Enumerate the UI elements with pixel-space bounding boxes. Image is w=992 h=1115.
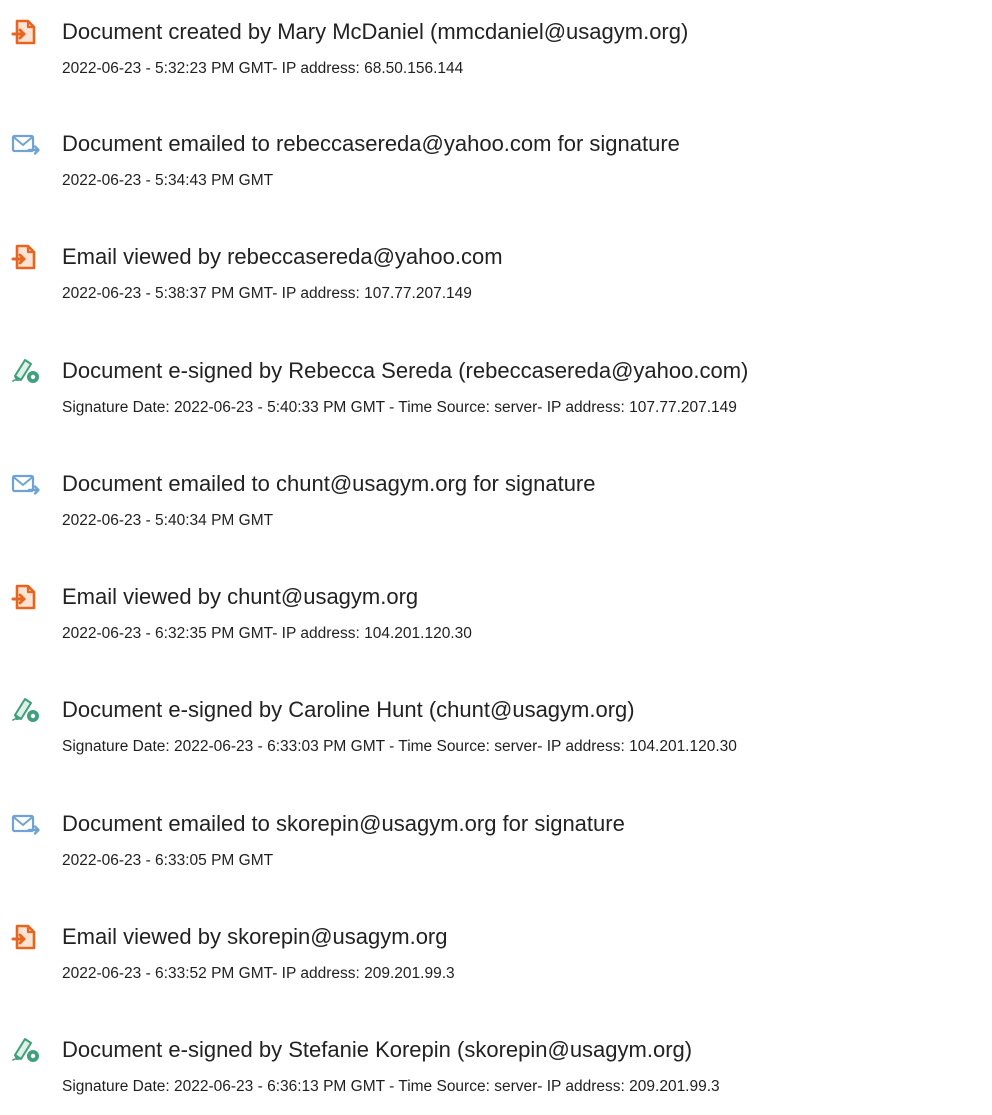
entry-title: Document emailed to rebeccasereda@yahoo.… [62, 131, 680, 156]
email-sent-icon [10, 809, 46, 845]
esign-pen-icon [10, 1035, 46, 1071]
entry-title: Document emailed to skorepin@usagym.org … [62, 811, 625, 836]
email-sent-icon [10, 129, 46, 165]
entry-title: Document emailed to chunt@usagym.org for… [62, 471, 596, 496]
audit-entry: Document e-signed by Stefanie Korepin (s… [0, 1035, 992, 1115]
entry-detail: 2022-06-23 - 5:40:34 PM GMT [62, 512, 274, 529]
entry-detail: 2022-06-23 - 5:38:37 PM GMT- IP address:… [62, 285, 472, 302]
esign-pen-icon [10, 695, 46, 731]
audit-entry: Email viewed by skorepin@usagym.org 2022… [0, 922, 992, 1002]
audit-entry: Document emailed to chunt@usagym.org for… [0, 469, 992, 549]
audit-entry: Document e-signed by Caroline Hunt (chun… [0, 695, 992, 775]
entry-title: Document e-signed by Stefanie Korepin (s… [62, 1037, 693, 1062]
entry-title: Document e-signed by Rebecca Sereda (reb… [62, 358, 749, 383]
audit-entry: Email viewed by chunt@usagym.org 2022-06… [0, 582, 992, 662]
entry-title: Document created by Mary McDaniel (mmcda… [62, 19, 689, 44]
entry-detail: Signature Date: 2022-06-23 - 6:36:13 PM … [62, 1078, 720, 1095]
document-icon [10, 922, 46, 958]
entry-title: Email viewed by chunt@usagym.org [62, 584, 419, 609]
audit-trail-list: Document created by Mary McDaniel (mmcda… [0, 0, 992, 1111]
document-icon [10, 582, 46, 618]
document-icon [10, 242, 46, 278]
audit-entry: Document emailed to rebeccasereda@yahoo.… [0, 129, 992, 209]
audit-entry: Document e-signed by Rebecca Sereda (reb… [0, 356, 992, 436]
entry-title: Email viewed by rebeccasereda@yahoo.com [62, 244, 503, 269]
entry-detail: 2022-06-23 - 5:32:23 PM GMT- IP address:… [62, 60, 464, 77]
audit-entry: Document emailed to skorepin@usagym.org … [0, 809, 992, 889]
entry-detail: 2022-06-23 - 5:34:43 PM GMT [62, 172, 274, 189]
entry-title: Document e-signed by Caroline Hunt (chun… [62, 697, 635, 722]
document-icon [10, 17, 46, 53]
entry-detail: 2022-06-23 - 6:33:05 PM GMT [62, 852, 274, 869]
entry-title: Email viewed by skorepin@usagym.org [62, 924, 448, 949]
entry-detail: Signature Date: 2022-06-23 - 5:40:33 PM … [62, 399, 737, 416]
audit-entry: Email viewed by rebeccasereda@yahoo.com … [0, 242, 992, 322]
audit-entry: Document created by Mary McDaniel (mmcda… [0, 17, 992, 97]
email-sent-icon [10, 469, 46, 505]
entry-detail: 2022-06-23 - 6:32:35 PM GMT- IP address:… [62, 625, 472, 642]
esign-pen-icon [10, 356, 46, 392]
entry-detail: Signature Date: 2022-06-23 - 6:33:03 PM … [62, 738, 737, 755]
entry-detail: 2022-06-23 - 6:33:52 PM GMT- IP address:… [62, 965, 455, 982]
